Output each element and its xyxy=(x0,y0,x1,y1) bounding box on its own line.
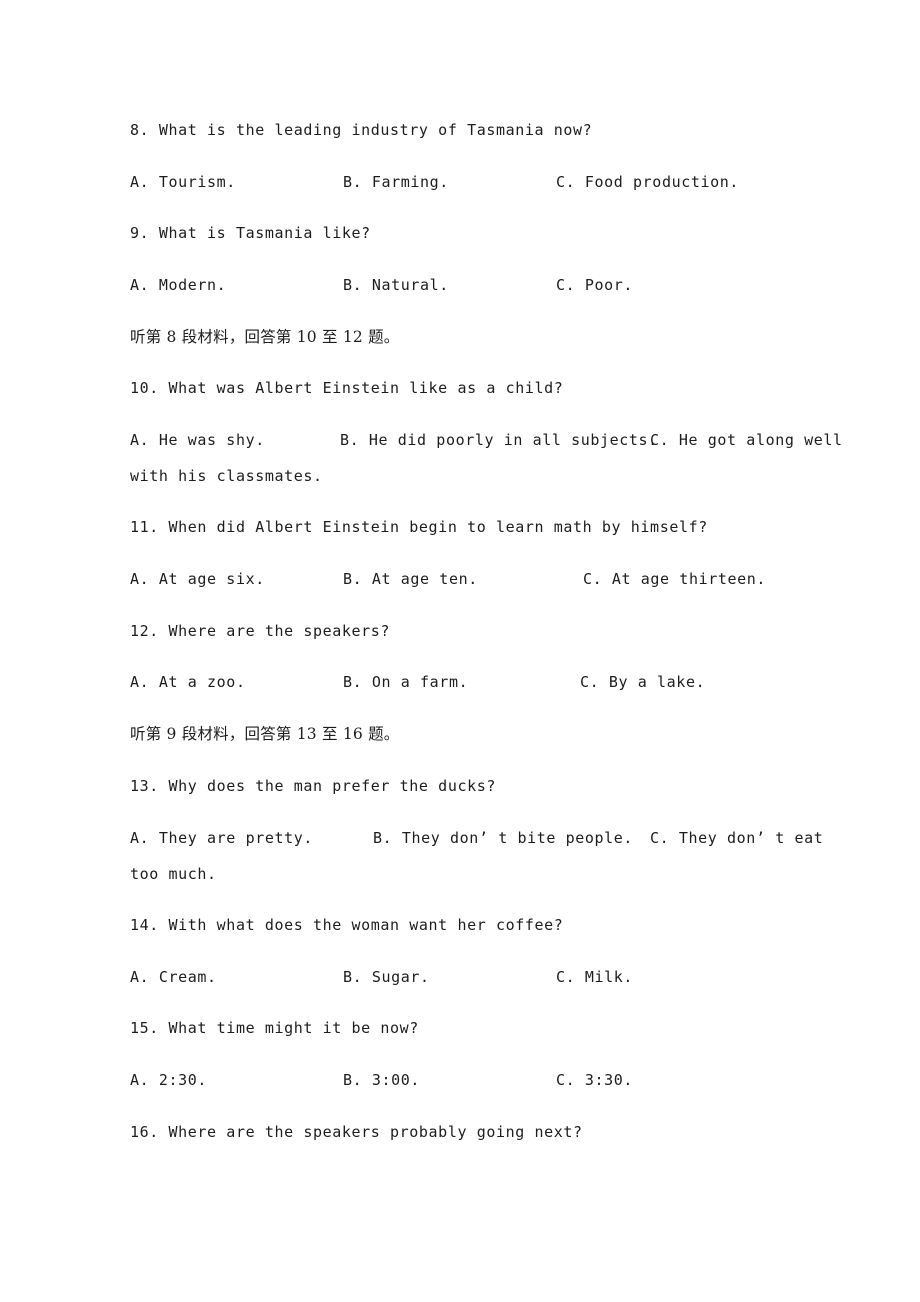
question-11-option-c[interactable]: C. At age thirteen. xyxy=(583,569,766,589)
question-16-stem: 16. Where are the speakers probably goin… xyxy=(130,1123,583,1141)
question-15-option-b[interactable]: B. 3:00. xyxy=(343,1070,420,1090)
question-8-option-a[interactable]: A. Tourism. xyxy=(130,172,236,192)
question-8-option-b[interactable]: B. Farming. xyxy=(343,172,449,192)
question-14-option-c[interactable]: C. Milk. xyxy=(556,967,633,987)
question-14-option-a[interactable]: A. Cream. xyxy=(130,967,217,987)
question-9-option-b[interactable]: B. Natural. xyxy=(343,275,449,295)
question-10-option-c-wrap[interactable]: with his classmates. xyxy=(130,466,323,486)
question-11-option-b[interactable]: B. At age ten. xyxy=(343,569,478,589)
question-8-stem: 8. What is the leading industry of Tasma… xyxy=(130,121,593,139)
exam-page: 8. What is the leading industry of Tasma… xyxy=(0,0,920,1302)
question-10-option-b[interactable]: B. He did poorly in all subjects. xyxy=(340,430,658,450)
question-13-option-a[interactable]: A. They are pretty. xyxy=(130,828,313,848)
question-12-option-b[interactable]: B. On a farm. xyxy=(343,672,468,692)
question-12-stem: 12. Where are the speakers? xyxy=(130,622,391,640)
question-10-stem: 10. What was Albert Einstein like as a c… xyxy=(130,379,564,397)
question-11-option-a[interactable]: A. At age six. xyxy=(130,569,265,589)
question-13-option-b[interactable]: B. They don’ t bite people. xyxy=(373,828,633,848)
question-13-option-c-wrap[interactable]: too much. xyxy=(130,864,217,884)
question-9-stem: 9. What is Tasmania like? xyxy=(130,224,371,242)
question-12-option-c[interactable]: C. By a lake. xyxy=(580,672,705,692)
question-9-option-a[interactable]: A. Modern. xyxy=(130,275,226,295)
question-9-option-c[interactable]: C. Poor. xyxy=(556,275,633,295)
question-10-option-a[interactable]: A. He was shy. xyxy=(130,430,265,450)
question-15-option-c[interactable]: C. 3:30. xyxy=(556,1070,633,1090)
question-10-option-c[interactable]: C. He got along well xyxy=(650,430,843,450)
question-14-option-b[interactable]: B. Sugar. xyxy=(343,967,430,987)
listening-direction-section-8: 听第 8 段材料，回答第 10 至 12 题。 xyxy=(130,328,400,346)
question-14-stem: 14. With what does the woman want her co… xyxy=(130,916,564,934)
question-15-option-a[interactable]: A. 2:30. xyxy=(130,1070,207,1090)
question-13-stem: 13. Why does the man prefer the ducks? xyxy=(130,777,496,795)
question-13-option-c[interactable]: C. They don’ t eat xyxy=(650,828,823,848)
question-12-option-a[interactable]: A. At a zoo. xyxy=(130,672,246,692)
listening-direction-section-9: 听第 9 段材料，回答第 13 至 16 题。 xyxy=(130,725,400,743)
question-15-stem: 15. What time might it be now? xyxy=(130,1019,419,1037)
question-11-stem: 11. When did Albert Einstein begin to le… xyxy=(130,518,708,536)
question-8-option-c[interactable]: C. Food production. xyxy=(556,172,739,192)
